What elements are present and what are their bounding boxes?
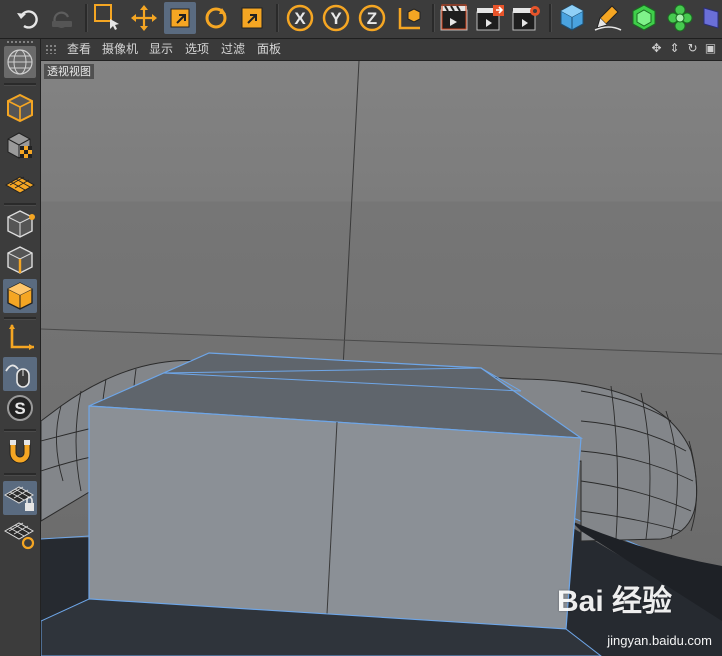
checker-cube-icon [7, 132, 32, 159]
grid-plane-icon [4, 176, 36, 194]
menu-display[interactable]: 显示 [149, 42, 173, 57]
viewport-title: 透视视图 [44, 64, 94, 79]
magnet-icon [9, 440, 31, 464]
scale-icon [170, 8, 190, 28]
main-toolbar: X Y Z [0, 0, 722, 39]
mouse-icon [5, 364, 30, 388]
grid-rotate-icon [3, 522, 35, 550]
redo-button[interactable] [46, 2, 78, 34]
y-axis-label: Y [330, 9, 342, 28]
axis-icon [9, 324, 34, 350]
snapping-button[interactable] [3, 435, 37, 469]
clapper-gear-icon [512, 6, 540, 31]
scene-canvas [41, 61, 722, 656]
polygon-cube-icon [7, 282, 33, 310]
rotate-icon [205, 7, 227, 29]
selection-icon [94, 4, 119, 30]
cube-icon [7, 93, 33, 123]
cloner-icon [667, 4, 693, 32]
pan-view-icon[interactable]: ✥ [649, 41, 664, 56]
cube-icon [560, 4, 584, 31]
subdivision-icon [632, 4, 656, 31]
tool-icon [241, 7, 263, 29]
edges-mode-button[interactable] [3, 243, 37, 277]
rotate-button[interactable] [200, 2, 232, 34]
cloner-button[interactable] [664, 2, 696, 34]
orbit-view-icon[interactable]: ↻ [685, 41, 700, 56]
last-tool-button[interactable] [236, 2, 268, 34]
polygons-mode-button[interactable] [3, 279, 37, 313]
deformer-icon [703, 7, 719, 29]
baidu-watermark: Bai 经验 jingyan.baidu.com [532, 576, 712, 648]
y-axis-button[interactable]: Y [320, 2, 352, 34]
menu-options[interactable]: 选项 [185, 42, 209, 57]
render-view-button[interactable] [438, 2, 470, 34]
model-mode-button[interactable] [3, 91, 37, 125]
texture-mode-button[interactable] [3, 129, 37, 163]
workplane-lock-button[interactable] [3, 481, 37, 515]
maximize-view-icon[interactable]: ▣ [703, 41, 718, 56]
clapper-icon [476, 5, 504, 31]
coordinate-icon [398, 8, 421, 30]
svg-text:S: S [14, 399, 25, 418]
sphere-grid-icon [4, 46, 36, 78]
coordinate-system-button[interactable] [394, 2, 426, 34]
move-icon [131, 5, 157, 31]
solo-button[interactable]: S [3, 391, 37, 425]
solo-icon: S [7, 395, 33, 421]
menu-view[interactable]: 查看 [67, 42, 91, 57]
render-settings-button[interactable] [510, 2, 542, 34]
viewport-menubar: 查看 摄像机 显示 选项 过滤 面板 ✥ ⇕ ↻ ▣ [41, 39, 722, 61]
z-axis-button[interactable]: Z [356, 2, 388, 34]
redo-icon [52, 11, 72, 28]
clapper-icon [440, 4, 468, 31]
mode-sidebar: S [0, 39, 41, 656]
live-selection-button[interactable] [92, 2, 124, 34]
workplane-button[interactable] [3, 167, 37, 201]
scale-button[interactable] [164, 2, 196, 34]
axis-mode-button[interactable] [3, 321, 37, 355]
watermark-url: jingyan.baidu.com [607, 633, 712, 648]
cube-object-button[interactable] [556, 2, 588, 34]
point-cube-icon [7, 210, 35, 238]
make-editable-button[interactable] [3, 45, 37, 79]
menu-camera[interactable]: 摄像机 [102, 42, 138, 57]
undo-button[interactable] [12, 2, 44, 34]
menu-filter[interactable]: 过滤 [221, 42, 245, 57]
x-axis-label: X [294, 9, 306, 28]
perspective-viewport[interactable]: 透视视图 Bai 经验 jingyan.baidu.com [41, 61, 722, 656]
deformer-button[interactable] [700, 2, 722, 34]
menu-grip-icon [45, 44, 57, 54]
points-mode-button[interactable] [3, 207, 37, 241]
subdivision-button[interactable] [628, 2, 660, 34]
x-axis-button[interactable]: X [284, 2, 316, 34]
tweak-mode-button[interactable] [3, 357, 37, 391]
workplane-rotate-button[interactable] [3, 517, 37, 551]
render-to-picture-viewer-button[interactable] [474, 2, 506, 34]
menu-panel[interactable]: 面板 [257, 42, 281, 57]
undo-icon [17, 10, 38, 29]
z-axis-label: Z [367, 9, 377, 28]
edge-cube-icon [7, 246, 33, 274]
move-button[interactable] [128, 2, 160, 34]
pen-button[interactable] [592, 2, 624, 34]
grid-lock-icon [3, 486, 35, 511]
watermark-logo: Bai 经验 [556, 585, 672, 618]
pen-icon [594, 5, 622, 31]
dolly-view-icon[interactable]: ⇕ [667, 41, 682, 56]
